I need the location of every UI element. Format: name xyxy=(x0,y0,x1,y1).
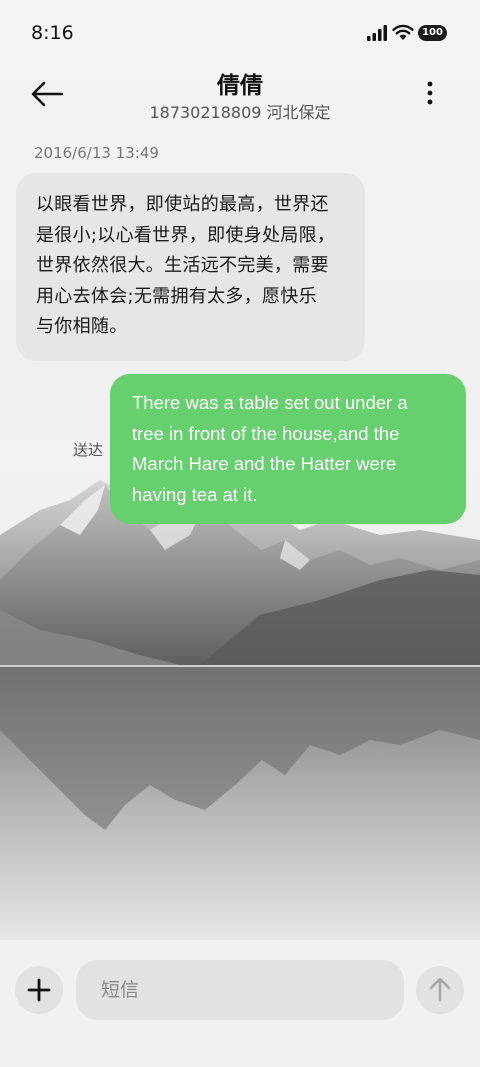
message-line: 与你相随。 xyxy=(36,316,128,337)
message-line: tree in front of the house,and the xyxy=(132,422,400,444)
incoming-message-bubble[interactable]: 以眼看世界，即使站的最高，世界还 是很小;以心看世界，即使身处局限， 世界依然很… xyxy=(16,173,365,361)
delivery-status: 送达 xyxy=(73,441,104,459)
add-attachment-button[interactable] xyxy=(15,966,63,1014)
message-line: 世界依然很大。生活远不完美，需要 xyxy=(36,255,329,276)
message-line: having tea at it. xyxy=(132,483,258,505)
message-line: 以眼看世界，即使站的最高，世界还 xyxy=(36,194,329,215)
message-line: March Hare and the Hatter were xyxy=(132,453,397,474)
wifi-icon xyxy=(392,24,414,40)
send-button[interactable] xyxy=(416,966,464,1014)
signal-icon xyxy=(367,25,387,41)
contact-name: 倩倩 xyxy=(217,73,263,99)
sms-conversation-screen: 8:16 100 倩倩 18730218809 河北保定 2016/6/13 1… xyxy=(0,0,480,1067)
status-bar: 8:16 100 xyxy=(0,0,480,66)
arrow-up-icon xyxy=(429,977,451,1002)
home-indicator-area xyxy=(0,1055,480,1067)
status-time: 8:16 xyxy=(31,22,74,44)
contact-number-location: 18730218809 河北保定 xyxy=(149,103,331,122)
outgoing-message-bubble[interactable]: There was a table set out under a tree i… xyxy=(110,374,466,524)
message-line: 用心去体会;无需拥有太多，愿快乐 xyxy=(36,285,317,307)
message-input[interactable] xyxy=(76,960,404,1020)
message-line: 是很小;以心看世界，即使身处局限， xyxy=(36,224,336,246)
message-line: There was a table set out under a xyxy=(132,392,408,413)
battery-icon: 100 xyxy=(418,25,447,41)
more-options-icon[interactable] xyxy=(418,78,442,110)
message-timestamp: 2016/6/13 13:49 xyxy=(34,144,159,162)
plus-icon xyxy=(27,978,51,1002)
